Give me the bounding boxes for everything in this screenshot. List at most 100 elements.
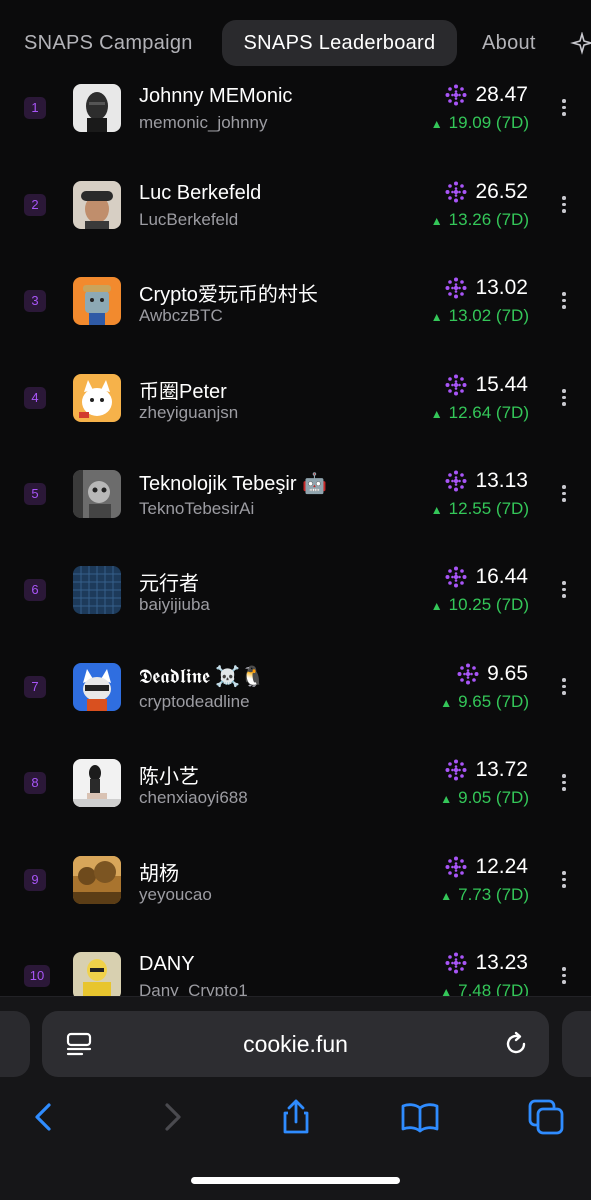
score: 13.02 <box>445 276 528 300</box>
avatar[interactable] <box>73 84 121 132</box>
up-arrow-icon: ▲ <box>430 407 443 421</box>
delta-7d: ▲ 19.09 (7D) <box>430 113 529 132</box>
url-text: cookie.fun <box>243 1031 348 1057</box>
snaps-icon <box>445 470 467 492</box>
avatar[interactable] <box>73 663 121 711</box>
rank-badge: 5 <box>24 483 46 505</box>
delta-7d: ▲ 12.64 (7D) <box>430 403 529 422</box>
score-value: 12.24 <box>475 855 528 878</box>
score-value: 13.72 <box>475 758 528 781</box>
avatar[interactable] <box>73 856 121 904</box>
previous-tab-preview[interactable] <box>0 1011 30 1077</box>
score: 16.44 <box>445 565 528 589</box>
forward-icon[interactable] <box>152 1097 192 1137</box>
browser-toolbar: cookie.fun <box>0 996 591 1200</box>
up-arrow-icon: ▲ <box>440 792 453 806</box>
delta-7d: ▲ 12.55 (7D) <box>430 499 529 518</box>
user-handle: baiyijiuba <box>139 595 210 614</box>
rank-badge: 3 <box>24 290 46 312</box>
bookmarks-icon[interactable] <box>400 1097 440 1137</box>
score: 26.52 <box>445 180 528 204</box>
up-arrow-icon: ▲ <box>430 117 443 131</box>
delta-7d: ▲ 7.73 (7D) <box>440 885 529 904</box>
tabs-icon[interactable] <box>526 1097 566 1137</box>
more-icon[interactable] <box>560 774 568 794</box>
score: 28.47 <box>445 83 528 107</box>
avatar[interactable] <box>73 374 121 422</box>
more-icon[interactable] <box>560 99 568 119</box>
leaderboard-row[interactable]: 1 Johnny MEMonic memonic_johnny 28.47 ▲ 1… <box>0 60 591 156</box>
score-value: 9.65 <box>487 662 528 685</box>
user-name: DANY <box>139 953 195 975</box>
score-value: 13.02 <box>475 276 528 299</box>
more-icon[interactable] <box>560 581 568 601</box>
more-icon[interactable] <box>560 292 568 312</box>
snaps-icon <box>445 952 467 974</box>
score: 13.23 <box>445 951 528 975</box>
score-value: 28.47 <box>475 83 528 106</box>
up-arrow-icon: ▲ <box>440 696 453 710</box>
up-arrow-icon: ▲ <box>430 599 443 613</box>
rank-badge: 4 <box>24 387 46 409</box>
snaps-icon <box>445 856 467 878</box>
share-icon[interactable] <box>276 1097 316 1137</box>
up-arrow-icon: ▲ <box>430 310 443 324</box>
user-name: 币圈Peter <box>139 381 227 403</box>
user-name: Teknolojik Tebeşir 🤖 <box>139 473 327 495</box>
sparkle-icon[interactable] <box>570 32 591 56</box>
leaderboard-row[interactable]: 9 胡杨 yeyoucao 12.24 ▲ 7.73 (7D) <box>0 832 591 928</box>
rank-badge: 10 <box>24 965 50 987</box>
user-handle: zheyiguanjsn <box>139 403 239 422</box>
snaps-icon <box>445 277 467 299</box>
rank-badge: 6 <box>24 579 46 601</box>
snaps-icon <box>445 566 467 588</box>
user-name: 陈小艺 <box>139 766 199 788</box>
leaderboard-row[interactable]: 8 陈小艺 chenxiaoyi688 13.72 ▲ 9.05 (7D) <box>0 735 591 831</box>
more-icon[interactable] <box>560 871 568 891</box>
score-value: 13.13 <box>475 469 528 492</box>
more-icon[interactable] <box>560 485 568 505</box>
score: 15.44 <box>445 373 528 397</box>
avatar[interactable] <box>73 181 121 229</box>
reload-icon[interactable] <box>502 1030 530 1058</box>
avatar[interactable] <box>73 952 121 1000</box>
snaps-icon <box>445 374 467 396</box>
avatar[interactable] <box>73 759 121 807</box>
more-icon[interactable] <box>560 678 568 698</box>
user-handle: memonic_johnny <box>139 113 268 132</box>
leaderboard-row[interactable]: 7 𝕯𝖊𝖆𝖉𝖑𝖎𝖓𝖊 ☠️🐧 cryptodeadline 9.65 ▲ 9.65… <box>0 639 591 735</box>
leaderboard-row[interactable]: 5 Teknolojik Tebeşir 🤖 TeknoTebesirAi 13… <box>0 446 591 542</box>
address-bar[interactable]: cookie.fun <box>42 1011 549 1077</box>
user-handle: AwbczBTC <box>139 306 223 325</box>
rank-badge: 2 <box>24 194 46 216</box>
user-name: Johnny MEMonic <box>139 85 293 107</box>
delta-7d: ▲ 13.02 (7D) <box>430 306 529 325</box>
delta-7d: ▲ 9.65 (7D) <box>440 692 529 711</box>
snaps-icon <box>445 759 467 781</box>
user-handle: TeknoTebesirAi <box>139 499 255 518</box>
leaderboard-row[interactable]: 3 Crypto爱玩币的村长 AwbczBTC 13.02 ▲ 13.02 (7D… <box>0 253 591 349</box>
score-value: 16.44 <box>475 565 528 588</box>
score: 13.72 <box>445 758 528 782</box>
next-tab-preview[interactable] <box>562 1011 591 1077</box>
user-handle: chenxiaoyi688 <box>139 788 248 807</box>
leaderboard-row[interactable]: 2 Luc Berkefeld LucBerkefeld 26.52 ▲ 13.2… <box>0 157 591 253</box>
leaderboard-row[interactable]: 4 币圈Peter zheyiguanjsn 15.44 ▲ 12.64 (7D) <box>0 350 591 446</box>
snaps-icon <box>445 84 467 106</box>
score: 13.13 <box>445 469 528 493</box>
user-name: Crypto爱玩币的村长 <box>139 284 318 306</box>
leaderboard-row[interactable]: 6 元行者 baiyijiuba 16.44 ▲ 10.25 (7D) <box>0 542 591 638</box>
delta-7d: ▲ 10.25 (7D) <box>430 595 529 614</box>
score: 9.65 <box>457 662 528 686</box>
up-arrow-icon: ▲ <box>430 503 443 517</box>
avatar[interactable] <box>73 470 121 518</box>
avatar[interactable] <box>73 566 121 614</box>
more-icon[interactable] <box>560 967 568 987</box>
score-value: 15.44 <box>475 373 528 396</box>
more-icon[interactable] <box>560 196 568 216</box>
avatar[interactable] <box>73 277 121 325</box>
rank-badge: 1 <box>24 97 46 119</box>
more-icon[interactable] <box>560 389 568 409</box>
user-name: 𝕯𝖊𝖆𝖉𝖑𝖎𝖓𝖊 ☠️🐧 <box>139 666 266 688</box>
back-icon[interactable] <box>24 1097 64 1137</box>
